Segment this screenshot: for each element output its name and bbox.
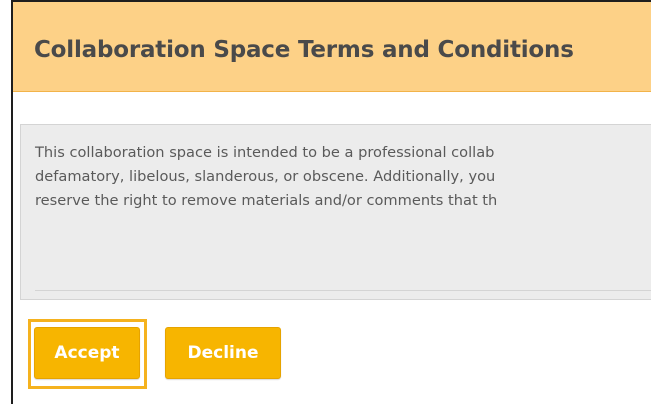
terms-line: reserve the right to remove materials an… (35, 192, 498, 209)
terms-line: defamatory, libelous, slanderous, or obs… (35, 168, 496, 185)
terms-line: This collaboration space is intended to … (35, 144, 495, 161)
dialog-header: Collaboration Space Terms and Conditions (13, 2, 651, 92)
decline-button[interactable]: Decline (165, 327, 281, 379)
accept-button[interactable]: Accept (34, 327, 140, 379)
terms-text-box[interactable]: This collaboration space is intended to … (20, 124, 651, 300)
dialog-title: Collaboration Space Terms and Conditions (34, 37, 574, 63)
terms-text: This collaboration space is intended to … (35, 141, 651, 213)
terms-divider (35, 290, 651, 291)
